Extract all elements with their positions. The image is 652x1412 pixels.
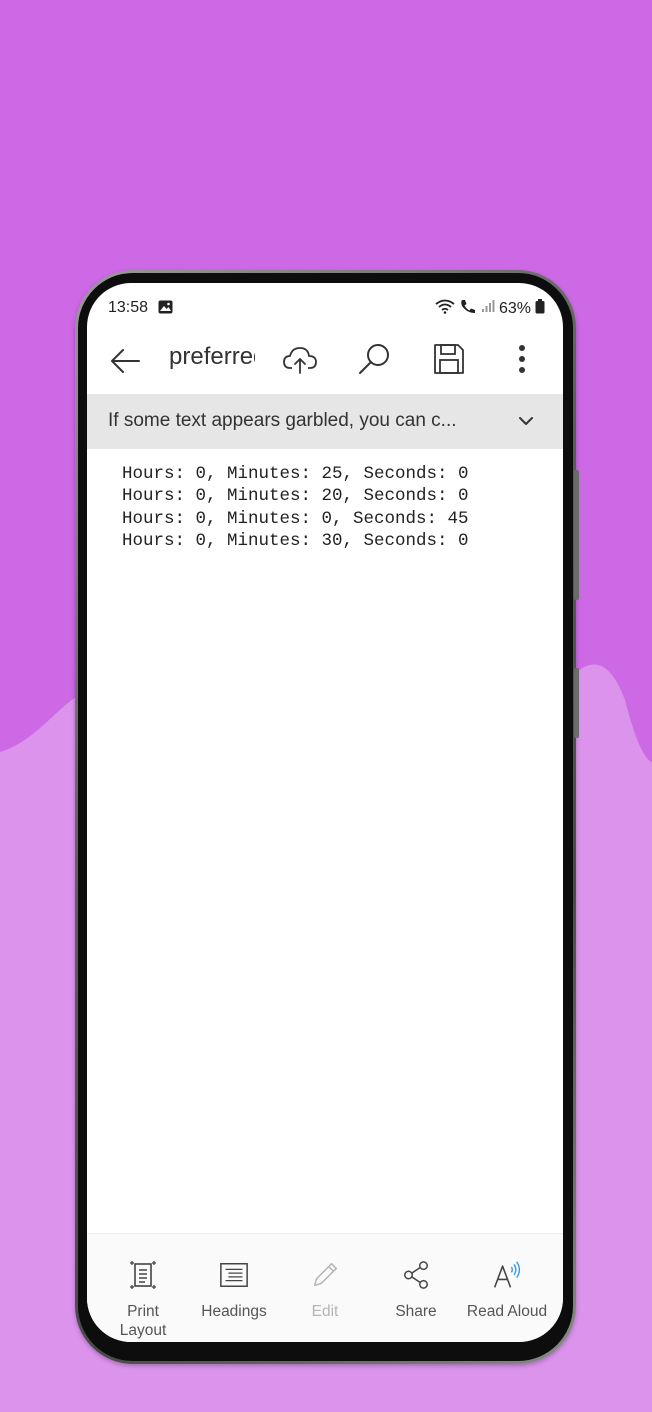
print-layout-button[interactable]: Print Layout [97,1234,189,1342]
pencil-icon [310,1258,340,1292]
document-line: Hours: 0, Minutes: 30, Seconds: 0 [122,531,469,552]
more-vertical-icon[interactable] [502,339,542,379]
edit-label: Edit [311,1303,339,1320]
edit-button[interactable]: Edit [279,1234,371,1342]
signal-icon [481,299,495,318]
headings-label: Headings [201,1303,267,1320]
status-indicators: 63% [435,298,545,319]
call-icon [459,298,477,319]
back-arrow-icon[interactable] [105,341,145,381]
headings-button[interactable]: Headings [188,1234,280,1342]
image-icon [158,300,173,319]
app-bar: preferred [87,331,563,394]
share-label: Share [395,1303,437,1320]
read-aloud-icon [492,1258,522,1292]
read-aloud-label: Read Aloud [466,1303,548,1320]
document-content: Hours: 0, Minutes: 25, Seconds: 0 Hours:… [122,463,542,553]
save-icon[interactable] [429,339,469,379]
chevron-down-icon[interactable] [517,412,535,435]
garbled-text-banner[interactable]: If some text appears garbled, you can c.… [87,394,563,449]
phone-screen: 13:58 63% preferred [87,283,563,1342]
cloud-upload-icon[interactable] [280,340,320,380]
wifi-call-icon [435,298,455,319]
share-button[interactable]: Share [370,1234,462,1342]
share-icon [401,1258,431,1292]
battery-icon [535,298,545,319]
print-layout-label: Print Layout [119,1303,167,1339]
battery-percent: 63% [498,299,531,317]
read-aloud-button[interactable]: Read Aloud [461,1234,553,1342]
search-icon[interactable] [354,339,394,379]
volume-button [574,470,579,600]
status-bar: 13:58 63% [87,283,563,331]
status-time: 13:58 [108,299,149,316]
headings-icon [219,1258,249,1292]
document-line: Hours: 0, Minutes: 0, Seconds: 45 [122,508,469,529]
document-line: Hours: 0, Minutes: 20, Seconds: 0 [122,486,469,507]
document-line: Hours: 0, Minutes: 25, Seconds: 0 [122,464,469,484]
power-button [574,668,579,738]
print-layout-icon [128,1258,158,1292]
document-title[interactable]: preferred [169,343,255,373]
bottom-toolbar: Print Layout Headings Edit Share Read Al… [87,1233,563,1342]
banner-text: If some text appears garbled, you can c.… [108,410,457,431]
